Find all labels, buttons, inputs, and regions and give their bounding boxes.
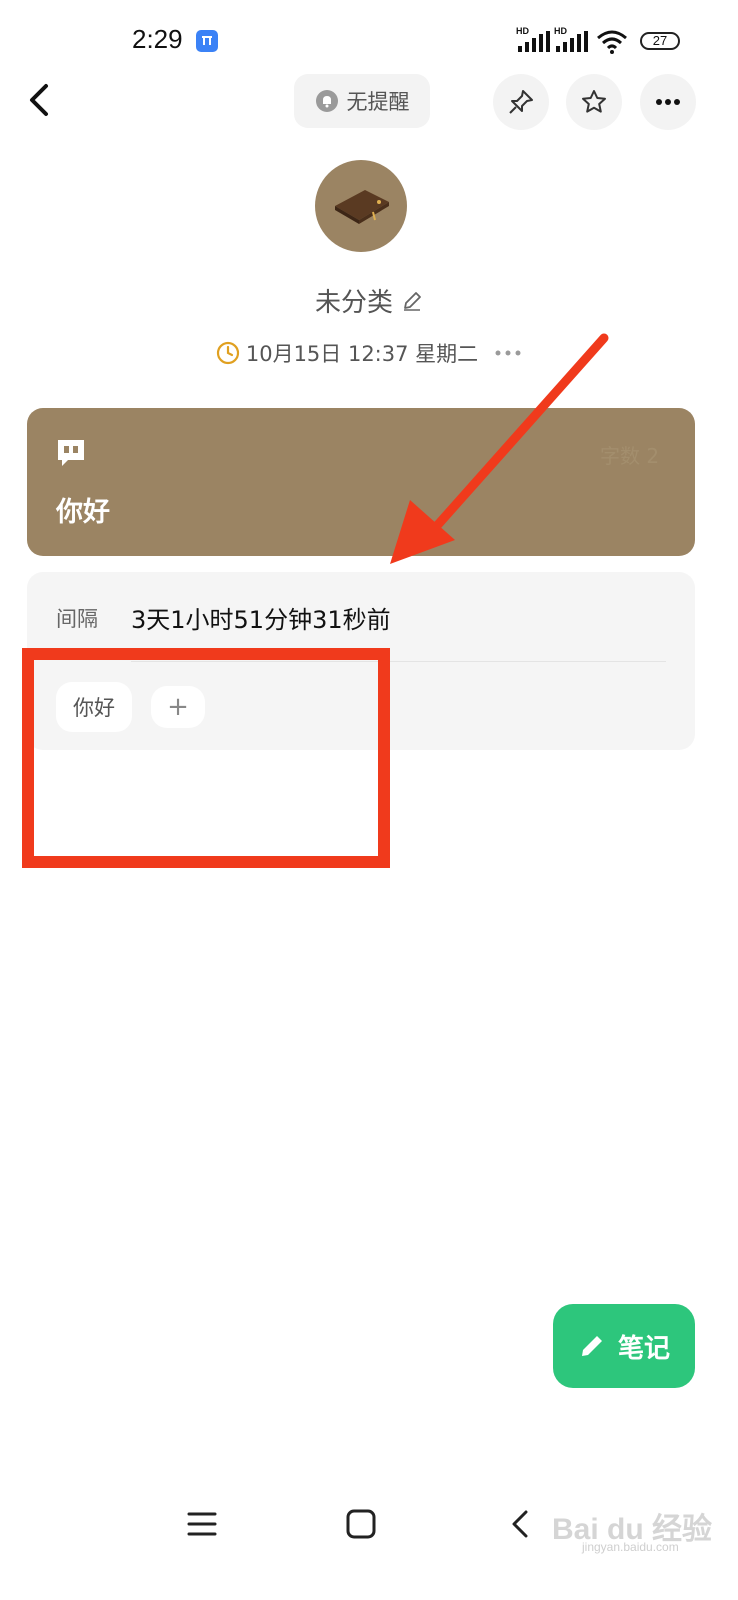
interval-value: 3天1小时51分钟31秒前 (131, 606, 391, 634)
cellular-signal-icon: HD (554, 26, 590, 54)
star-icon (582, 90, 606, 113)
quote-icon (56, 438, 86, 468)
menu-nav-button[interactable] (184, 1506, 220, 1542)
category-avatar[interactable] (315, 160, 407, 252)
clock-icon (216, 341, 239, 365)
cellular-signal-icon: HD (516, 26, 552, 54)
square-home-icon (346, 1509, 376, 1539)
home-nav-button[interactable] (343, 1506, 379, 1542)
hd-label: HD (554, 26, 567, 36)
hamburger-icon (187, 1512, 217, 1536)
status-time: 2:29 (132, 24, 183, 54)
more-dots-icon (656, 99, 680, 105)
reminder-button[interactable]: 无提醒 (294, 74, 430, 128)
pin-icon (509, 90, 533, 114)
favorite-button[interactable] (566, 74, 622, 130)
pencil-icon[interactable] (401, 290, 423, 312)
more-button[interactable] (640, 74, 696, 130)
pencil-icon (581, 1336, 602, 1356)
pin-button[interactable] (493, 74, 549, 130)
notebook-icon (335, 190, 389, 224)
chevron-left-icon (30, 84, 48, 116)
wifi-icon (596, 30, 628, 54)
interval-label: 间隔 (56, 607, 98, 631)
annotation-arrow (390, 333, 609, 564)
new-note-label: 笔记 (617, 1333, 670, 1364)
back-nav-button[interactable] (502, 1506, 538, 1542)
hd-label: HD (516, 26, 529, 36)
chevron-left-icon (512, 1510, 528, 1538)
battery-indicator: 27 (640, 32, 680, 50)
date-row[interactable]: 10月15日 12:37 星期二 (0, 338, 738, 368)
category-label: 未分类 (314, 288, 393, 318)
app-notification-icon (196, 30, 218, 52)
note-text: 你好 (56, 497, 110, 528)
reminder-label: 无提醒 (346, 90, 410, 114)
watermark-url: jingyan.baidu.com (582, 1540, 679, 1554)
highlight-box (22, 648, 390, 868)
bell-icon (315, 90, 338, 112)
new-note-button[interactable]: 笔记 (553, 1304, 695, 1388)
category-row[interactable]: 未分类 (0, 282, 738, 319)
back-button[interactable] (18, 78, 62, 122)
